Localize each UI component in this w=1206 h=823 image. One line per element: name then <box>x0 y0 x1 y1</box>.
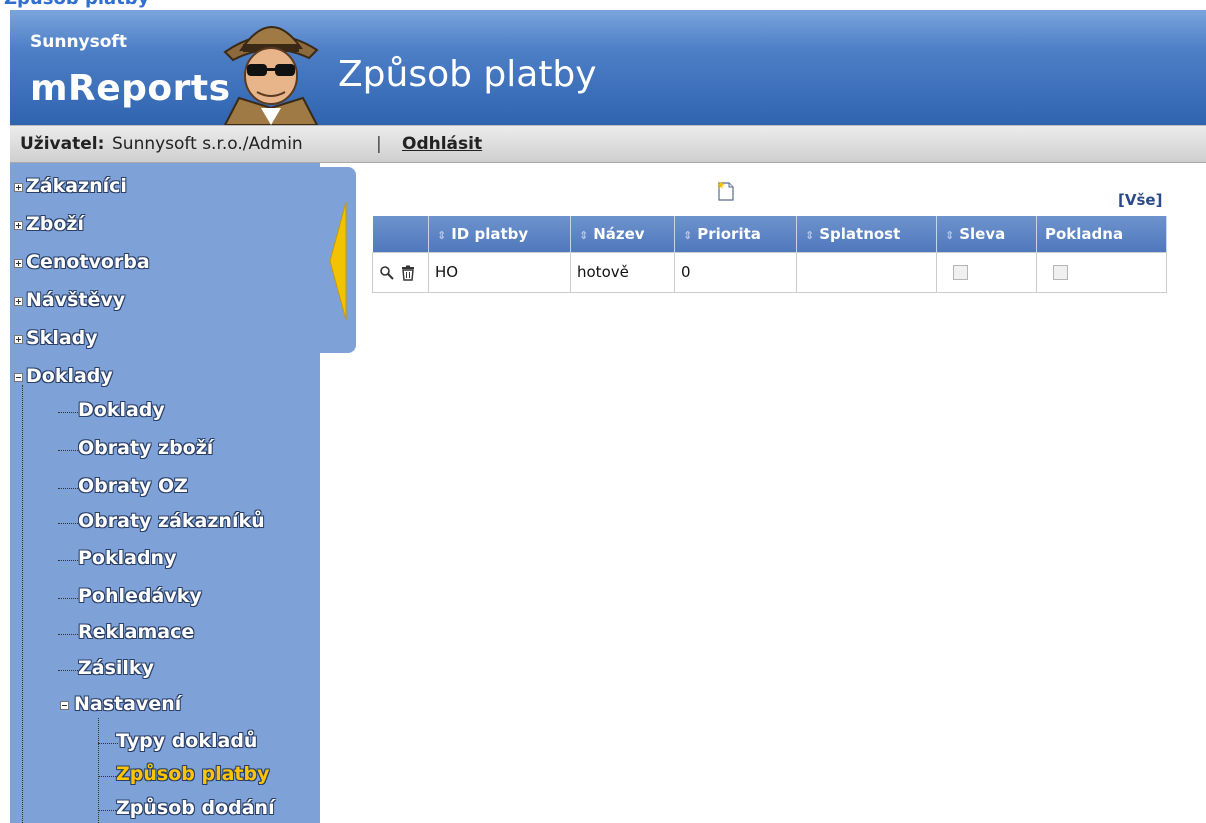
tree-connector <box>98 810 118 811</box>
sidebar-item-nastaveni[interactable]: Nastavení <box>74 693 181 715</box>
brand-logo: mReports <box>30 68 231 109</box>
column-header-cash: Pokladna <box>1036 216 1167 252</box>
table-header-row: ⇕ ID platby ⇕ Název ⇕ Priorita ⇕ Splatnost ⇕… <box>372 216 1167 252</box>
column-header-name[interactable]: ⇕ Název <box>570 216 675 252</box>
column-header-priority[interactable]: ⇕ Priorita <box>674 216 797 252</box>
cell-priority: 0 <box>674 251 797 293</box>
expand-icon[interactable] <box>14 259 23 268</box>
sidebar-item-pohledavky[interactable]: Pohledávky <box>78 585 202 607</box>
tree-connector <box>58 412 80 413</box>
brand-small: Sunnysoft <box>30 32 127 52</box>
expand-icon[interactable] <box>14 335 23 344</box>
new-document-icon[interactable] <box>716 180 736 202</box>
sidebar-item-obraty-oz[interactable]: Obraty OZ <box>78 475 188 497</box>
sidebar-item-navstevy[interactable]: Návštěvy <box>26 289 125 311</box>
cell-due <box>796 251 937 293</box>
sidebar-item-doklady[interactable]: Doklady <box>26 365 113 387</box>
app-header: Sunnysoft mReports Způsob platby <box>10 10 1206 125</box>
detective-mascot-icon <box>223 26 319 125</box>
tree-line <box>22 385 23 823</box>
expand-icon[interactable] <box>14 297 23 306</box>
user-bar: Uživatel: Sunnysoft s.r.o./Admin | Odhlá… <box>10 125 1206 163</box>
show-all-link[interactable]: [Vše] <box>1118 191 1162 209</box>
sort-icon: ⇕ <box>805 228 815 242</box>
cell-cash <box>1036 251 1167 293</box>
tree-connector <box>58 634 80 635</box>
cell-discount <box>936 251 1037 293</box>
expand-icon[interactable] <box>14 183 23 192</box>
collapse-icon[interactable] <box>60 701 69 710</box>
discount-checkbox[interactable] <box>953 265 968 280</box>
tree-connector <box>58 598 80 599</box>
row-actions <box>372 251 429 293</box>
sort-icon: ⇕ <box>437 228 447 242</box>
magnifier-icon[interactable] <box>379 265 395 281</box>
sidebar-item-obraty-zakazniku[interactable]: Obraty zákazníků <box>78 510 265 532</box>
column-header-discount[interactable]: ⇕ Sleva <box>936 216 1037 252</box>
tree-connector <box>58 523 80 524</box>
sidebar-item-zakaznici[interactable]: Zákazníci <box>26 175 127 197</box>
sidebar-item-zbozi[interactable]: Zboží <box>26 213 84 235</box>
collapse-arrow-icon[interactable] <box>328 202 348 320</box>
sidebar-item-doklady-list[interactable]: Doklady <box>78 399 165 421</box>
tree-connector <box>58 488 80 489</box>
sidebar-item-reklamace[interactable]: Reklamace <box>78 621 194 643</box>
user-label: Uživatel: <box>20 134 105 154</box>
expand-icon[interactable] <box>14 221 23 230</box>
cell-name: hotově <box>570 251 675 293</box>
logout-link[interactable]: Odhlásit <box>402 134 482 154</box>
payment-methods-table: ⇕ ID platby ⇕ Název ⇕ Priorita ⇕ Splatnost ⇕… <box>372 216 1167 293</box>
top-cut-title: Způsob platby <box>0 0 1206 10</box>
column-header-actions <box>372 216 429 252</box>
tree-connector <box>58 560 80 561</box>
cash-checkbox[interactable] <box>1053 265 1068 280</box>
sort-icon: ⇕ <box>945 228 955 242</box>
sidebar-item-obraty-zbozi[interactable]: Obraty zboží <box>78 437 213 459</box>
user-value: Sunnysoft s.r.o./Admin <box>112 134 303 154</box>
sidebar-item-sklady[interactable]: Sklady <box>26 327 98 349</box>
column-header-due[interactable]: ⇕ Splatnost <box>796 216 937 252</box>
tree-connector <box>98 776 118 777</box>
collapse-icon[interactable] <box>14 373 23 382</box>
column-header-id[interactable]: ⇕ ID platby <box>428 216 571 252</box>
sort-icon: ⇕ <box>683 228 693 242</box>
tree-connector <box>58 450 80 451</box>
separator: | <box>376 134 382 154</box>
sidebar-item-zpusob-platby[interactable]: Způsob platby <box>116 763 269 785</box>
tree-connector <box>98 743 118 744</box>
tree-line <box>98 718 99 823</box>
tree-connector <box>58 670 80 671</box>
sidebar-item-zpusob-dodani[interactable]: Způsob dodání <box>116 797 275 819</box>
sidebar-item-typy-dokladu[interactable]: Typy dokladů <box>116 730 257 752</box>
cell-id: HO <box>428 251 571 293</box>
sort-icon: ⇕ <box>579 228 589 242</box>
sidebar-item-pokladny[interactable]: Pokladny <box>78 547 176 569</box>
sidebar-item-zasilky[interactable]: Zásilky <box>78 657 154 679</box>
table-row: HO hotově 0 <box>372 251 1167 293</box>
trash-icon[interactable] <box>400 265 416 281</box>
sidebar-item-cenotvorba[interactable]: Cenotvorba <box>26 251 150 273</box>
page-title: Způsob platby <box>338 54 597 95</box>
